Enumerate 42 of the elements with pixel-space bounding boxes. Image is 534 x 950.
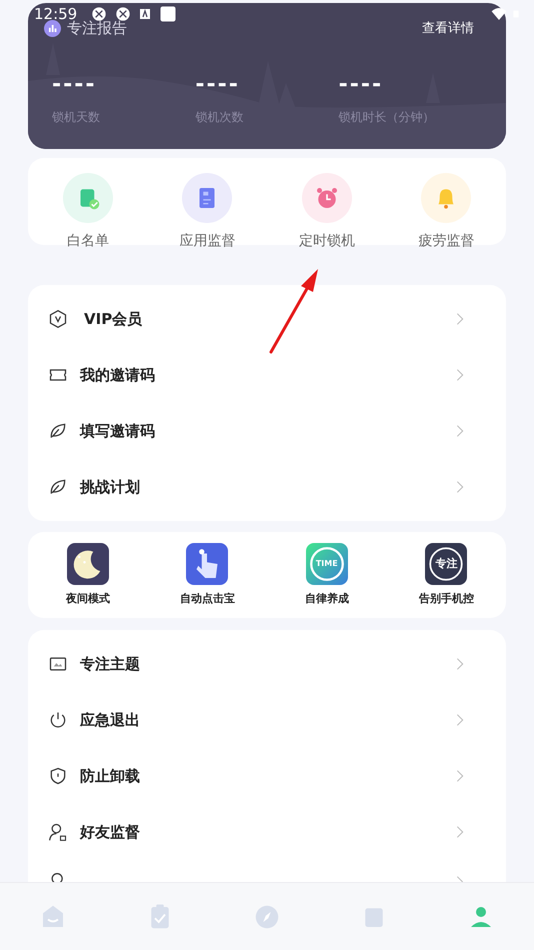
person-lock-icon (48, 822, 68, 842)
shortcut-label[interactable]: 应用监督 (179, 231, 236, 252)
shortcut-label[interactable]: 疲劳监督 (418, 231, 474, 252)
square-icon (159, 5, 178, 23)
wifi-icon (490, 6, 508, 22)
menu-label: 专注主题 (80, 654, 140, 675)
menu-label: 应急退出 (80, 710, 140, 731)
hand-tap-icon[interactable] (186, 543, 228, 585)
menu-item[interactable]: 应急退出 (28, 692, 506, 748)
menu-item[interactable]: 挑战计划 (28, 459, 506, 515)
menu-item[interactable]: VIP会员 (28, 291, 506, 347)
details-link[interactable]: 查看详情 (422, 18, 474, 38)
menu-item[interactable]: 专注主题 (28, 636, 506, 692)
menu-label: 我的邀请码 (80, 364, 155, 386)
stat-label: 锁机时长（分钟） (338, 108, 436, 126)
menu-item[interactable]: 我的邀请码 (28, 347, 506, 403)
menu-item[interactable]: 填写邀请码 (28, 403, 506, 459)
menu-label: 好友监督 (80, 822, 140, 843)
app-label[interactable]: 自律养成 (304, 591, 349, 608)
stat-value: ---- (338, 74, 384, 96)
menu-label: 填写邀请码 (80, 420, 155, 442)
menu-item[interactable]: 防止卸载 (28, 748, 506, 804)
menu-label: VIP会员 (84, 308, 142, 330)
stat-value: ---- (52, 74, 98, 96)
app-label[interactable]: 告别手机控 (418, 591, 474, 608)
app-label[interactable]: 自动点击宝 (180, 591, 235, 608)
report-title: 专注报告 (67, 19, 127, 39)
font-icon (139, 8, 152, 20)
shortcut-label[interactable]: 白名单 (66, 231, 109, 252)
power-icon (48, 710, 68, 730)
moon-icon[interactable] (66, 543, 109, 585)
menu-label: 挑战计划 (80, 476, 140, 498)
menu-item[interactable]: 好友监督 (28, 804, 506, 860)
menu-label: 防止卸载 (80, 766, 140, 787)
focus-logo[interactable]: 专注 (425, 543, 468, 585)
stat-label: 锁机次数 (195, 108, 244, 126)
hexagon-v-icon (48, 309, 68, 329)
app-label[interactable]: 夜间模式 (66, 591, 110, 608)
shield-icon (48, 766, 68, 786)
shortcut-label[interactable]: 定时锁机 (298, 231, 355, 252)
stat-value: ---- (195, 74, 241, 96)
stat-label: 锁机天数 (52, 108, 101, 126)
